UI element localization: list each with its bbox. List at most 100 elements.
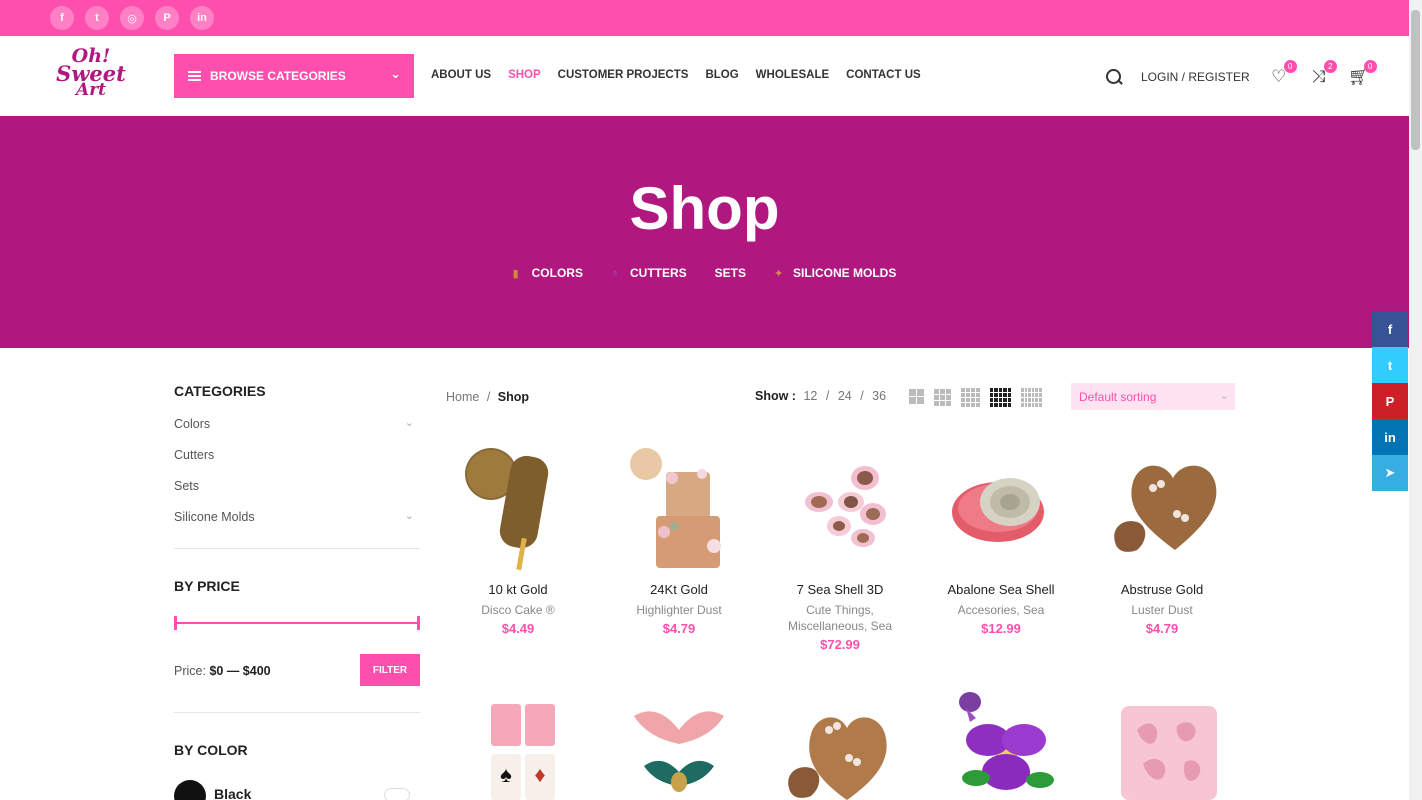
product-category[interactable]: Disco Cake ® <box>443 602 593 618</box>
category-item-silicone-molds[interactable]: Silicone Molds ⌄ <box>174 510 420 541</box>
price-range-slider[interactable] <box>174 616 420 630</box>
search-icon[interactable] <box>1105 68 1123 86</box>
color-filter-black[interactable]: Black <box>174 776 420 800</box>
chevron-down-icon[interactable]: ⌄ <box>405 416 414 429</box>
product-image[interactable] <box>453 442 583 572</box>
telegram-share-icon[interactable]: ➤ <box>1372 455 1408 491</box>
pinterest-share-icon[interactable]: P <box>1372 383 1408 419</box>
product-image[interactable]: ♠ ♦ <box>453 696 583 800</box>
nav-customer-projects[interactable]: CUSTOMER PROJECTS <box>558 69 689 81</box>
login-register-link[interactable]: LOGIN / REGISTER <box>1141 70 1250 84</box>
product-category[interactable]: Highlighter Dust <box>604 602 754 618</box>
product-image[interactable] <box>936 442 1066 572</box>
color-widget-title: BY COLOR <box>174 742 248 758</box>
pinterest-icon[interactable]: P <box>155 6 179 30</box>
shop-sidebar: CATEGORIES Colors ⌄ Cutters Sets Silicone… <box>174 383 420 800</box>
hero-cat-label: CUTTERS <box>629 266 687 280</box>
product-card[interactable] <box>604 696 754 800</box>
instagram-icon[interactable]: ◎ <box>120 6 144 30</box>
compare-icon[interactable]: ⤨ 2 <box>1308 60 1337 87</box>
product-name[interactable]: 10 kt Gold <box>443 582 593 597</box>
chevron-down-icon: ⌄ <box>1219 390 1229 402</box>
hero-cat-label: SILICONE MOLDS <box>793 266 897 280</box>
category-item-cutters[interactable]: Cutters <box>174 448 420 479</box>
wishlist-icon[interactable]: ♡ 0 <box>1268 60 1297 87</box>
page-scrollbar[interactable] <box>1409 0 1422 800</box>
product-image[interactable] <box>614 696 744 800</box>
product-image[interactable] <box>775 696 905 800</box>
hero-cat-silicone-molds[interactable]: ✦ SILICONE MOLDS <box>774 266 896 280</box>
compare-count-badge: 2 <box>1323 60 1337 73</box>
site-logo[interactable]: Oh! Sweet Art <box>56 46 126 106</box>
product-name[interactable]: Abstruse Gold <box>1087 582 1237 597</box>
product-card[interactable]: ♠ ♦ <box>443 696 593 800</box>
product-card[interactable]: 24Kt Gold Highlighter Dust $4.79 <box>604 442 754 636</box>
hero-cat-colors[interactable]: ▮ COLORS <box>513 266 583 280</box>
per-page-12[interactable]: 12 <box>803 389 817 403</box>
scrollbar-thumb[interactable] <box>1411 10 1420 150</box>
product-image[interactable] <box>614 442 744 572</box>
nav-wholesale[interactable]: WHOLESALE <box>756 69 829 81</box>
category-label: Colors <box>174 417 211 431</box>
filter-button[interactable]: FILTER <box>360 654 420 686</box>
chevron-down-icon[interactable]: ⌄ <box>405 509 414 522</box>
product-card[interactable] <box>1087 700 1237 800</box>
grid-2-columns-icon[interactable] <box>909 388 924 407</box>
product-card[interactable]: 7 Sea Shell 3D Cute Things, Miscellaneou… <box>765 442 915 652</box>
per-page-36[interactable]: 36 <box>872 389 886 403</box>
product-card[interactable]: Abalone Sea Shell Accesories, Sea $12.99 <box>926 442 1076 636</box>
category-list: Colors ⌄ Cutters Sets Silicone Molds ⌄ <box>174 417 420 541</box>
product-price: $72.99 <box>820 637 860 652</box>
linkedin-icon[interactable]: in <box>190 6 214 30</box>
share-bar: f t P in ➤ <box>1372 311 1408 491</box>
cart-icon[interactable]: 🛒︎ 0 <box>1348 60 1377 87</box>
main-nav: ABOUT US SHOP CUSTOMER PROJECTS BLOG WHO… <box>431 69 938 81</box>
product-price: $12.99 <box>981 621 1021 636</box>
grid-4-columns-icon[interactable] <box>961 388 980 407</box>
category-item-sets[interactable]: Sets <box>174 479 420 510</box>
breadcrumb-home[interactable]: Home <box>446 390 479 404</box>
linkedin-share-icon[interactable]: in <box>1372 419 1408 455</box>
product-card[interactable]: Abstruse Gold Luster Dust $4.79 <box>1087 442 1237 636</box>
twitter-icon[interactable]: t <box>85 6 109 30</box>
color-swatch <box>174 780 206 800</box>
product-image[interactable] <box>1097 442 1227 572</box>
product-name[interactable]: 7 Sea Shell 3D <box>765 582 915 597</box>
twitter-share-icon[interactable]: t <box>1372 347 1408 383</box>
product-card[interactable] <box>765 696 915 800</box>
hero-cat-label: SETS <box>714 266 746 280</box>
product-name[interactable]: 24Kt Gold <box>604 582 754 597</box>
product-category[interactable]: Luster Dust <box>1087 602 1237 618</box>
facebook-share-icon[interactable]: f <box>1372 311 1408 347</box>
product-image[interactable] <box>1097 700 1227 800</box>
product-category[interactable]: Accesories, Sea <box>926 602 1076 618</box>
hero-cat-sets[interactable]: SETS <box>715 266 746 280</box>
separator: / <box>860 389 864 403</box>
product-image[interactable] <box>936 688 1066 800</box>
grid-6-columns-icon[interactable] <box>1020 388 1042 407</box>
product-category[interactable]: Cute Things, Miscellaneous, Sea <box>765 602 915 634</box>
nav-contact-us[interactable]: CONTACT US <box>846 69 921 81</box>
product-image[interactable] <box>775 442 905 572</box>
price-slider-max-handle[interactable] <box>417 616 420 630</box>
hero-cat-cutters[interactable]: ♁ CUTTERS <box>611 266 687 280</box>
nav-blog[interactable]: BLOG <box>705 69 738 81</box>
nav-about-us[interactable]: ABOUT US <box>431 69 491 81</box>
sort-select[interactable]: Default sorting ⌄ <box>1071 383 1235 410</box>
product-name[interactable]: Abalone Sea Shell <box>926 582 1076 597</box>
facebook-icon[interactable]: f <box>50 6 74 30</box>
price-slider-min-handle[interactable] <box>174 616 177 630</box>
nav-shop[interactable]: SHOP <box>508 69 541 81</box>
svg-text:♠: ♠ <box>500 762 512 787</box>
browse-categories-button[interactable]: BROWSE CATEGORIES ⌄ <box>174 54 414 98</box>
breadcrumb-separator: / <box>486 390 491 404</box>
product-card[interactable]: 10 kt Gold Disco Cake ® $4.49 <box>443 442 593 636</box>
product-card[interactable] <box>926 688 1076 800</box>
gingerbread-icon: ✦ <box>774 267 784 280</box>
grid-3-columns-icon[interactable] <box>934 388 951 407</box>
category-item-colors[interactable]: Colors ⌄ <box>174 417 420 448</box>
per-page-24[interactable]: 24 <box>838 389 852 403</box>
divider <box>174 712 420 713</box>
cart-count-badge: 0 <box>1363 60 1377 73</box>
grid-5-columns-icon[interactable] <box>990 388 1011 407</box>
